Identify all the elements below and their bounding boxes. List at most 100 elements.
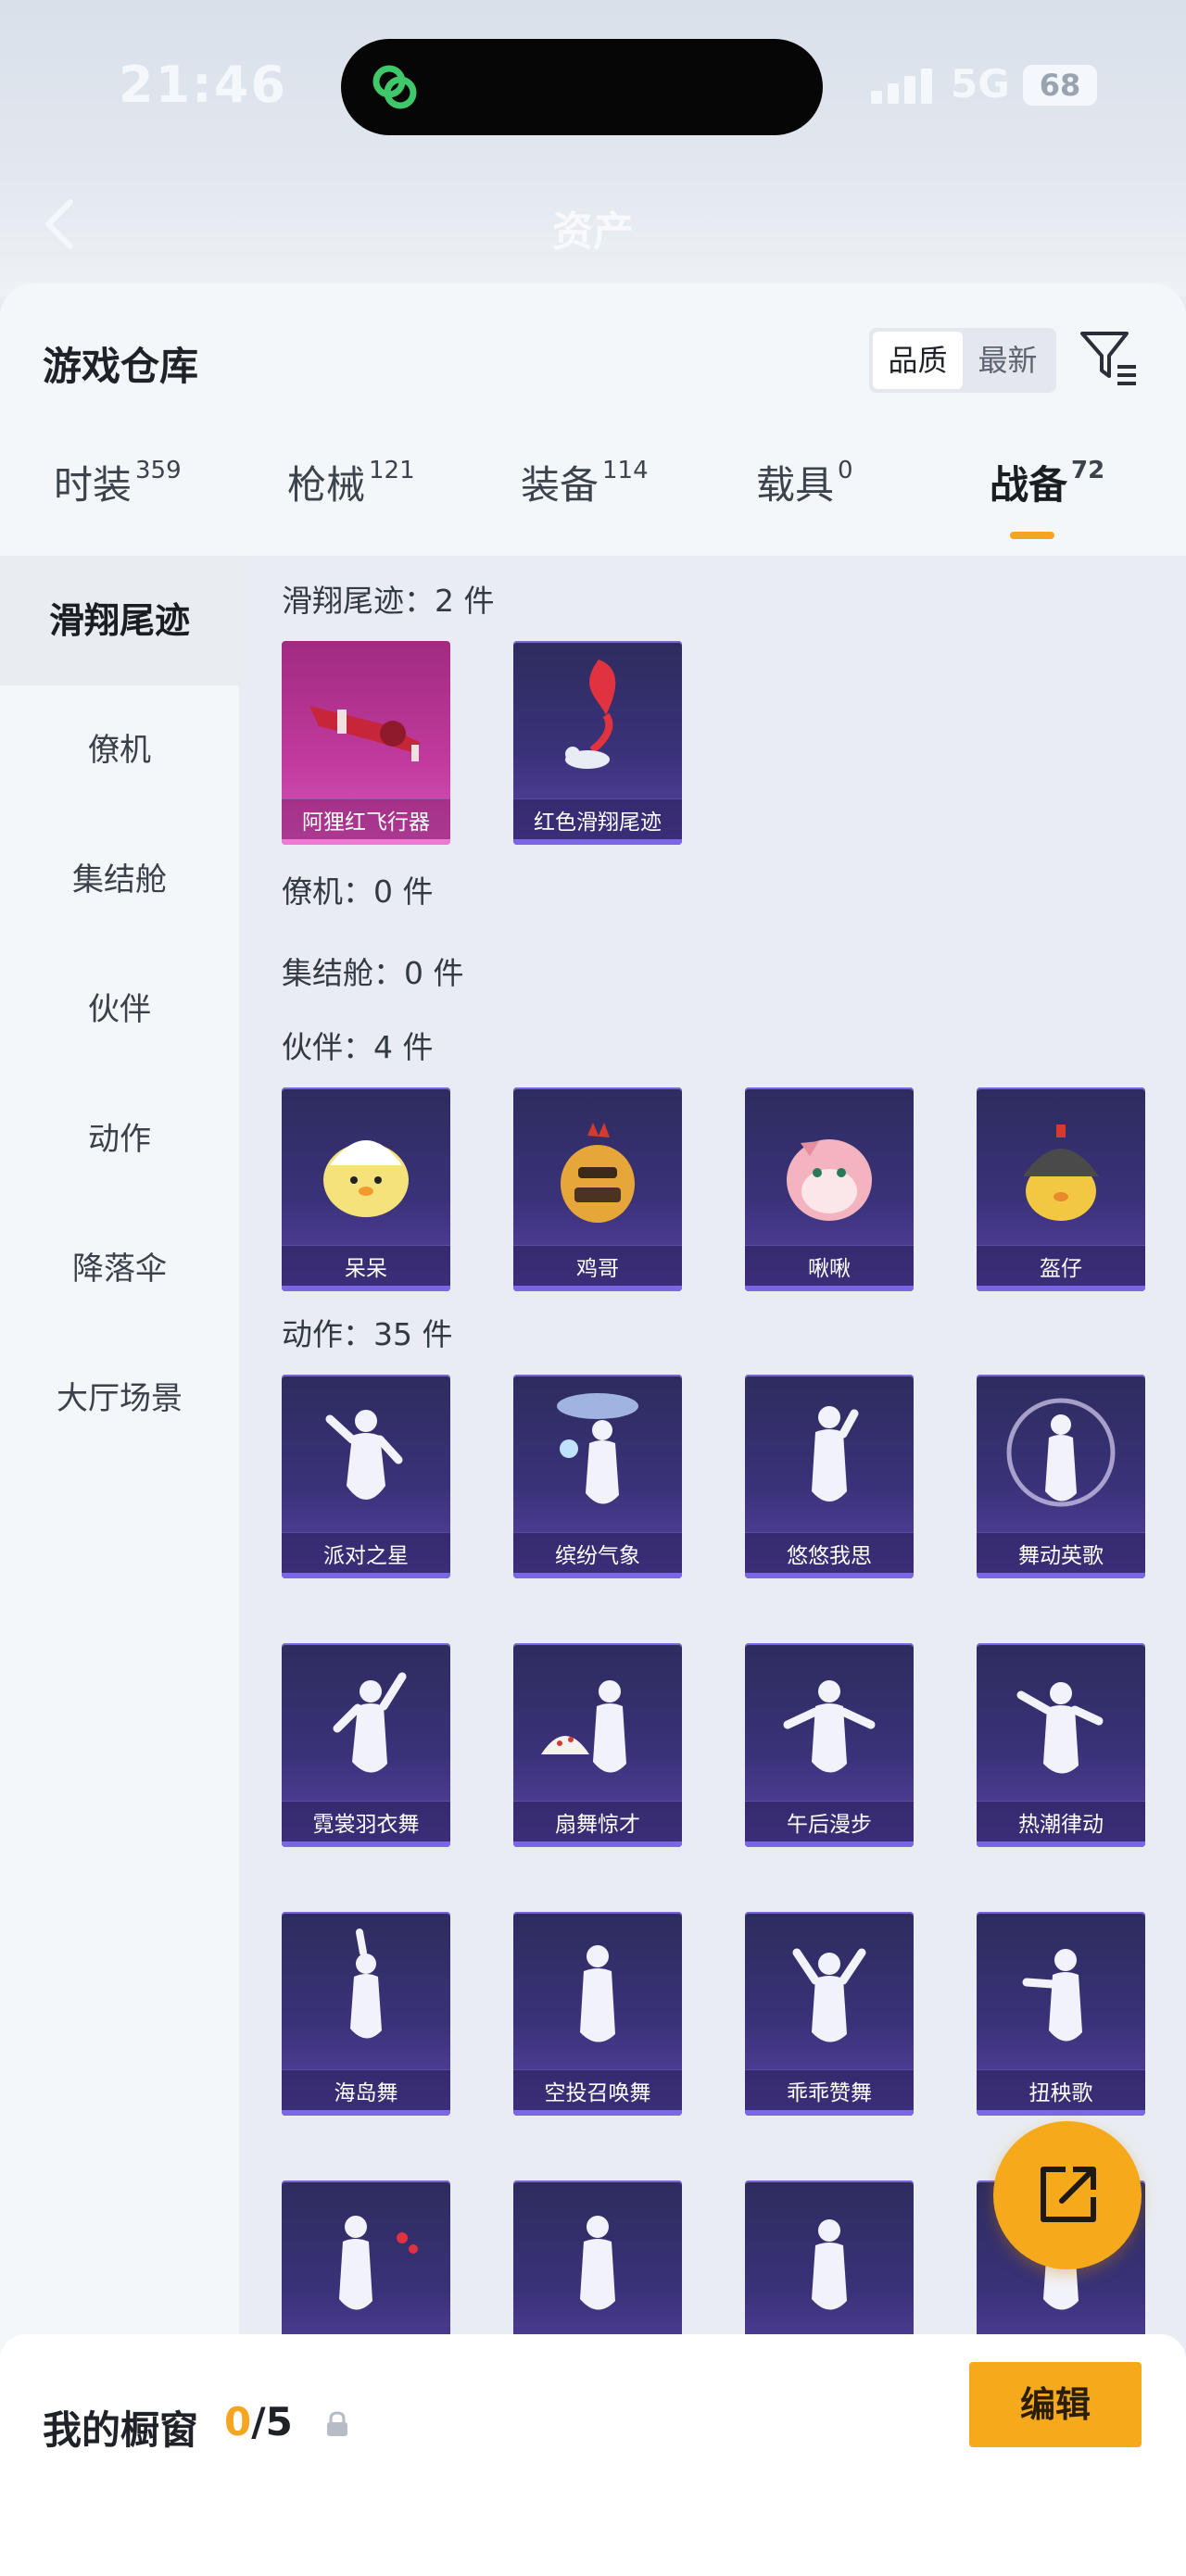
- tab-equipment[interactable]: 装备 114: [521, 454, 649, 510]
- aircraft-icon: [309, 706, 421, 761]
- item-label: 鸡哥: [513, 1245, 682, 1291]
- item-card[interactable]: 阿狸红飞行器: [282, 641, 450, 845]
- sidebar-item-partner[interactable]: 伙伴: [0, 945, 239, 1074]
- sort-latest-button[interactable]: 最新: [963, 332, 1053, 389]
- rarity-bar: [513, 839, 682, 845]
- filter-icon[interactable]: [1079, 328, 1140, 389]
- section-pod-title: 集结舱：0 件: [282, 955, 464, 991]
- item-card[interactable]: 派对之星: [282, 1375, 450, 1578]
- app-icon: [372, 65, 417, 109]
- rarity-bar: [977, 2110, 1145, 2116]
- dancer-icon: [541, 1680, 626, 1773]
- item-label: 午后漫步: [745, 1801, 914, 1847]
- top-area: 21:46 5G 68 资产: [0, 0, 1186, 296]
- sidebar-item-glide-trail[interactable]: 滑翔尾迹: [0, 556, 239, 685]
- item-card[interactable]: 盔仔: [977, 1087, 1145, 1291]
- item-label: 扭秧歌: [977, 2069, 1145, 2116]
- dancer-icon: [812, 1406, 859, 1502]
- item-card[interactable]: 扇舞惊才: [513, 1643, 682, 1847]
- category-tabs: 时装 359 枪械 121 装备 114 载具 0 战备 72: [0, 454, 1186, 556]
- dancer-icon: [812, 2219, 847, 2310]
- status-time: 21:46: [119, 56, 287, 114]
- rarity-bar: [513, 2110, 682, 2116]
- rarity-bar: [513, 1841, 682, 1847]
- share-icon: [1041, 2167, 1096, 2222]
- item-card[interactable]: 缤纷气象: [513, 1375, 682, 1578]
- dancer-icon: [1006, 1398, 1116, 1507]
- rarity-bar: [282, 2110, 450, 2116]
- item-card[interactable]: 热潮律动: [977, 1643, 1145, 1847]
- dancer-icon: [580, 2216, 615, 2310]
- sidebar-item-action[interactable]: 动作: [0, 1074, 239, 1204]
- sidebar-item-rally-pod[interactable]: 集结舱: [0, 815, 239, 945]
- rarity-bar: [977, 1573, 1145, 1578]
- tab-combat-gear[interactable]: 战备 72: [990, 454, 1104, 510]
- item-label: 扇舞惊才: [513, 1801, 682, 1847]
- rarity-bar: [513, 1573, 682, 1578]
- network-label: 5G: [951, 61, 1010, 107]
- sort-toggle: 品质 最新: [869, 328, 1056, 393]
- sidebar-item-parachute[interactable]: 降落伞: [0, 1204, 239, 1334]
- rarity-bar: [282, 1841, 450, 1847]
- share-button[interactable]: [993, 2121, 1142, 2269]
- item-label: 呆呆: [282, 1245, 450, 1291]
- item-card[interactable]: 呆呆: [282, 1087, 450, 1291]
- dancer-icon: [557, 1393, 638, 1504]
- item-card[interactable]: 空投召唤舞: [513, 1912, 682, 2116]
- rarity-bar: [513, 1286, 682, 1291]
- item-card[interactable]: 鸡哥: [513, 1087, 682, 1291]
- item-card[interactable]: 红色滑翔尾迹: [513, 641, 682, 845]
- dancer-icon: [580, 1945, 615, 2042]
- sidebar-item-wingman[interactable]: 僚机: [0, 685, 239, 815]
- edit-button[interactable]: 编辑: [969, 2362, 1142, 2447]
- item-card[interactable]: 悠悠我思: [745, 1375, 914, 1578]
- dancer-icon: [1022, 1949, 1082, 2042]
- item-label: 派对之星: [282, 1532, 450, 1578]
- signal-icon: [871, 69, 932, 104]
- item-label: 缤纷气象: [513, 1532, 682, 1578]
- item-card[interactable]: 舞动英歌: [977, 1375, 1145, 1578]
- battery-indicator: 68: [1023, 65, 1097, 106]
- dancer-icon: [325, 1410, 403, 1500]
- item-label: 霓裳羽衣舞: [282, 1801, 450, 1847]
- item-label: 海岛舞: [282, 2069, 450, 2116]
- dancer-icon: [339, 2216, 418, 2310]
- item-card[interactable]: 霓裳羽衣舞: [282, 1643, 450, 1847]
- showcase-title: 我的橱窗: [43, 2407, 199, 2453]
- item-card[interactable]: 海岛舞: [282, 1912, 450, 2116]
- item-card[interactable]: 扭秧歌: [977, 1912, 1145, 2116]
- rarity-bar: [282, 1573, 450, 1578]
- dancer-icon: [783, 1680, 876, 1773]
- pink-bird-icon: [787, 1139, 872, 1221]
- item-label: 舞动英歌: [977, 1532, 1145, 1578]
- rarity-bar: [977, 1841, 1145, 1847]
- active-tab-indicator: [1010, 532, 1054, 539]
- dancer-icon: [1016, 1682, 1104, 1774]
- item-card[interactable]: 乖乖赞舞: [745, 1912, 914, 2116]
- sort-quality-button[interactable]: 品质: [873, 332, 963, 389]
- rarity-bar: [745, 1841, 914, 1847]
- helmet-chick-icon: [1023, 1125, 1099, 1221]
- back-icon[interactable]: [41, 196, 78, 252]
- item-label: 红色滑翔尾迹: [513, 798, 682, 845]
- lock-icon: [327, 2411, 347, 2436]
- item-label: 热潮律动: [977, 1801, 1145, 1847]
- item-card[interactable]: 啾啾: [745, 1087, 914, 1291]
- tab-fashion[interactable]: 时装 359: [54, 454, 182, 510]
- item-card[interactable]: 午后漫步: [745, 1643, 914, 1847]
- section-action-title: 动作：35 件: [282, 1316, 453, 1352]
- category-sidebar: 滑翔尾迹 僚机 集结舱 伙伴 动作 降落伞 大厅场景: [0, 556, 239, 2576]
- tab-guns[interactable]: 枪械 121: [287, 454, 415, 510]
- dancer-icon: [333, 1672, 407, 1773]
- section-wingman-title: 僚机：0 件: [282, 873, 434, 910]
- item-label: 空投召唤舞: [513, 2069, 682, 2116]
- sidebar-item-lobby-scene[interactable]: 大厅场景: [0, 1334, 239, 1464]
- tab-vehicles[interactable]: 载具 0: [756, 454, 853, 510]
- item-label: 盔仔: [977, 1245, 1145, 1291]
- showcase-bar: 我的橱窗 0/5 编辑: [0, 2334, 1186, 2576]
- section-partner-title: 伙伴：4 件: [282, 1029, 434, 1065]
- item-label: 悠悠我思: [745, 1532, 914, 1578]
- warehouse-title: 游戏仓库: [43, 344, 199, 389]
- rarity-bar: [745, 1573, 914, 1578]
- item-label: 啾啾: [745, 1245, 914, 1291]
